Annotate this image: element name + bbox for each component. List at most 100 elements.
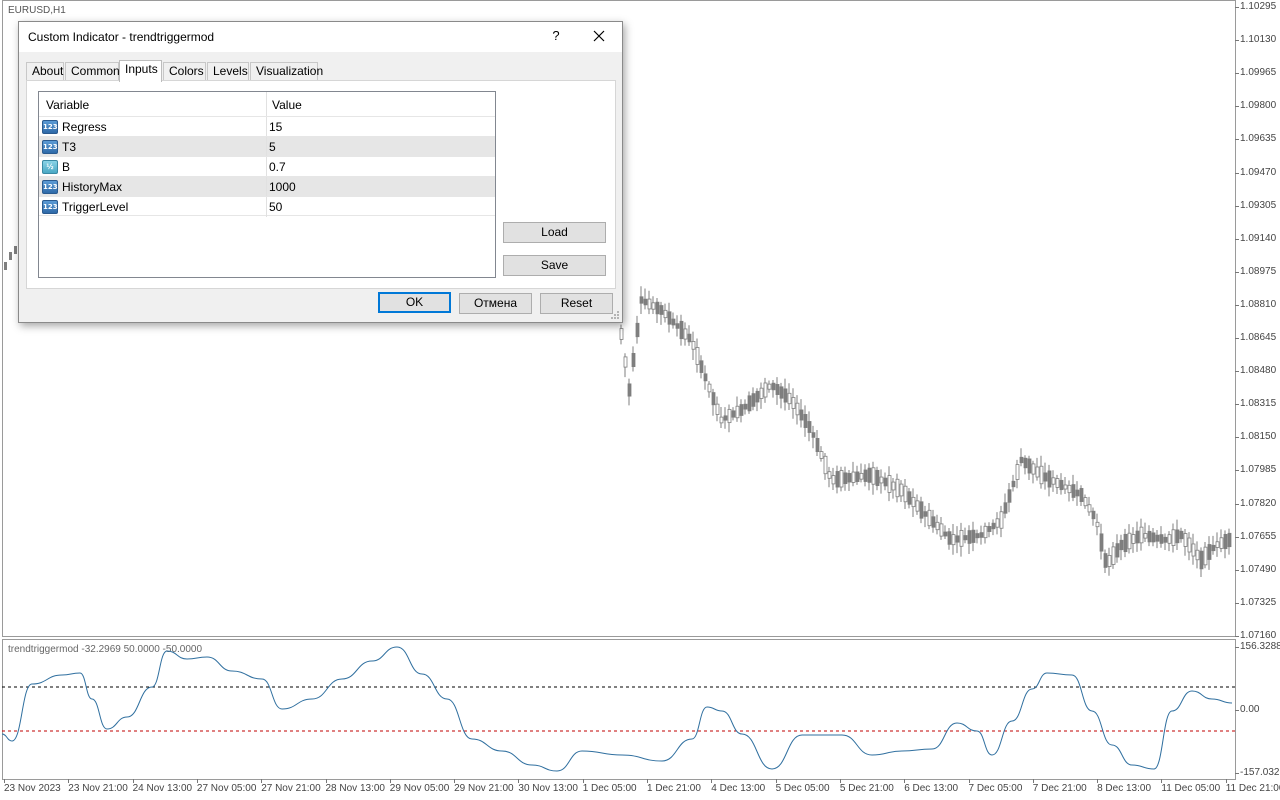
candle-body <box>1151 532 1156 543</box>
candle-body <box>1031 463 1036 475</box>
custom-indicator-dialog: Custom Indicator - trendtriggermod ? Abo… <box>18 21 623 323</box>
candle-body <box>1055 478 1060 488</box>
price-axis-label: 1.07655 <box>1234 530 1277 542</box>
tab-common[interactable]: Common <box>65 62 120 81</box>
indicator-plot <box>2 646 1236 772</box>
candle-body <box>1175 529 1180 544</box>
candle-body <box>1075 489 1080 497</box>
price-axis-label: 1.08810 <box>1234 298 1277 310</box>
resize-grip-icon[interactable] <box>610 310 620 320</box>
cancel-button[interactable]: Отмена <box>459 293 532 314</box>
candle-body <box>935 521 940 531</box>
candle-body <box>1143 533 1148 539</box>
time-axis-label: 7 Dec 05:00 <box>968 779 1023 794</box>
candle-body <box>1195 549 1200 561</box>
candle-body <box>751 393 756 407</box>
grid-header: Variable Value <box>39 92 495 116</box>
inputs-grid[interactable]: Variable Value 123 Regress 15 123 T3 5 ½… <box>38 91 496 278</box>
candle-body <box>735 405 740 419</box>
candle-body <box>1103 553 1108 568</box>
input-value[interactable]: 0.7 <box>269 160 286 174</box>
column-header-variable[interactable]: Variable <box>46 98 89 112</box>
candle-body <box>663 309 668 319</box>
integer-type-icon: 123 <box>42 200 58 214</box>
tab-visualization[interactable]: Visualization <box>250 62 323 81</box>
time-axis-label: 11 Dec 21:00 <box>1225 779 1280 794</box>
candle-body <box>1179 530 1184 540</box>
inputs-tab-panel: Variable Value 123 Regress 15 123 T3 5 ½… <box>26 80 616 289</box>
candle-body <box>1079 488 1084 502</box>
candle-body <box>671 318 676 326</box>
time-axis-label: 4 Dec 13:00 <box>711 779 766 794</box>
candle-body <box>803 414 808 428</box>
candle-body <box>967 530 972 544</box>
candle-body <box>839 470 844 488</box>
candle-body <box>867 467 872 483</box>
reset-button[interactable]: Reset <box>540 293 613 314</box>
save-button[interactable]: Save <box>503 255 606 276</box>
candle-body <box>4 262 7 270</box>
dialog-titlebar[interactable]: Custom Indicator - trendtriggermod ? <box>19 22 622 52</box>
candle-body <box>1095 521 1100 528</box>
candle-body <box>743 403 748 410</box>
candle-body <box>1223 534 1228 550</box>
input-row-t3[interactable]: 123 T3 5 <box>39 136 495 157</box>
candle-body <box>1199 550 1204 570</box>
candle-body <box>823 455 828 475</box>
price-axis-label: 1.07820 <box>1234 497 1277 509</box>
tab-inputs[interactable]: Inputs <box>119 60 162 82</box>
candle-body <box>1015 464 1020 480</box>
candle-body <box>979 532 984 538</box>
time-axis-label: 23 Nov 2023 <box>4 779 61 794</box>
input-value[interactable]: 15 <box>269 120 282 134</box>
candle-body <box>955 535 960 543</box>
input-value[interactable]: 1000 <box>269 180 296 194</box>
time-axis-label: 11 Dec 05:00 <box>1161 779 1221 794</box>
candle-body <box>923 511 928 517</box>
load-button[interactable]: Load <box>503 222 606 243</box>
candle-body <box>1171 529 1176 546</box>
candle-body <box>655 301 660 315</box>
input-row-b[interactable]: ½ B 0.7 <box>39 156 495 177</box>
tab-colors[interactable]: Colors <box>163 62 206 81</box>
ok-button[interactable]: OK <box>378 292 451 313</box>
input-value[interactable]: 50 <box>269 200 282 214</box>
candle-body <box>695 347 700 365</box>
candle-body <box>723 415 728 421</box>
candle-body <box>983 525 988 539</box>
candle-body <box>819 451 824 459</box>
candle-body <box>963 535 968 541</box>
price-axis-label: 1.09470 <box>1234 166 1277 178</box>
price-axis-label: 1.07325 <box>1234 596 1277 608</box>
candle-body <box>879 476 884 484</box>
price-axis-label: 1.08975 <box>1234 265 1277 277</box>
tab-about[interactable]: About <box>26 62 64 81</box>
candle-body <box>14 246 17 254</box>
candle-body <box>871 467 876 485</box>
candle-body <box>907 491 912 505</box>
input-row-triggerlevel[interactable]: 123 TriggerLevel 50 <box>39 196 495 217</box>
candle-body <box>795 402 800 416</box>
candle-body <box>651 302 656 310</box>
dialog-title: Custom Indicator - trendtriggermod <box>28 30 215 44</box>
candle-body <box>619 328 624 340</box>
help-button[interactable]: ? <box>545 25 567 47</box>
candle-body <box>891 481 896 491</box>
column-header-value[interactable]: Value <box>272 98 302 112</box>
candle-body <box>1167 534 1172 544</box>
candle-body <box>1155 534 1160 542</box>
close-icon <box>593 30 605 42</box>
input-row-historymax[interactable]: 123 HistoryMax 1000 <box>39 176 495 197</box>
candle-body <box>939 523 944 537</box>
candle-body <box>943 531 948 537</box>
candle-body <box>1087 504 1092 513</box>
price-axis-label: 1.10295 <box>1234 1 1277 12</box>
tab-levels[interactable]: Levels <box>207 62 249 81</box>
candle-body <box>1051 477 1056 485</box>
input-row-regress[interactable]: 123 Regress 15 <box>39 116 495 137</box>
close-button[interactable] <box>585 25 613 47</box>
candle-body <box>767 383 772 390</box>
input-value[interactable]: 5 <box>269 140 276 154</box>
candle-body <box>1127 532 1132 550</box>
candle-body <box>659 305 664 315</box>
